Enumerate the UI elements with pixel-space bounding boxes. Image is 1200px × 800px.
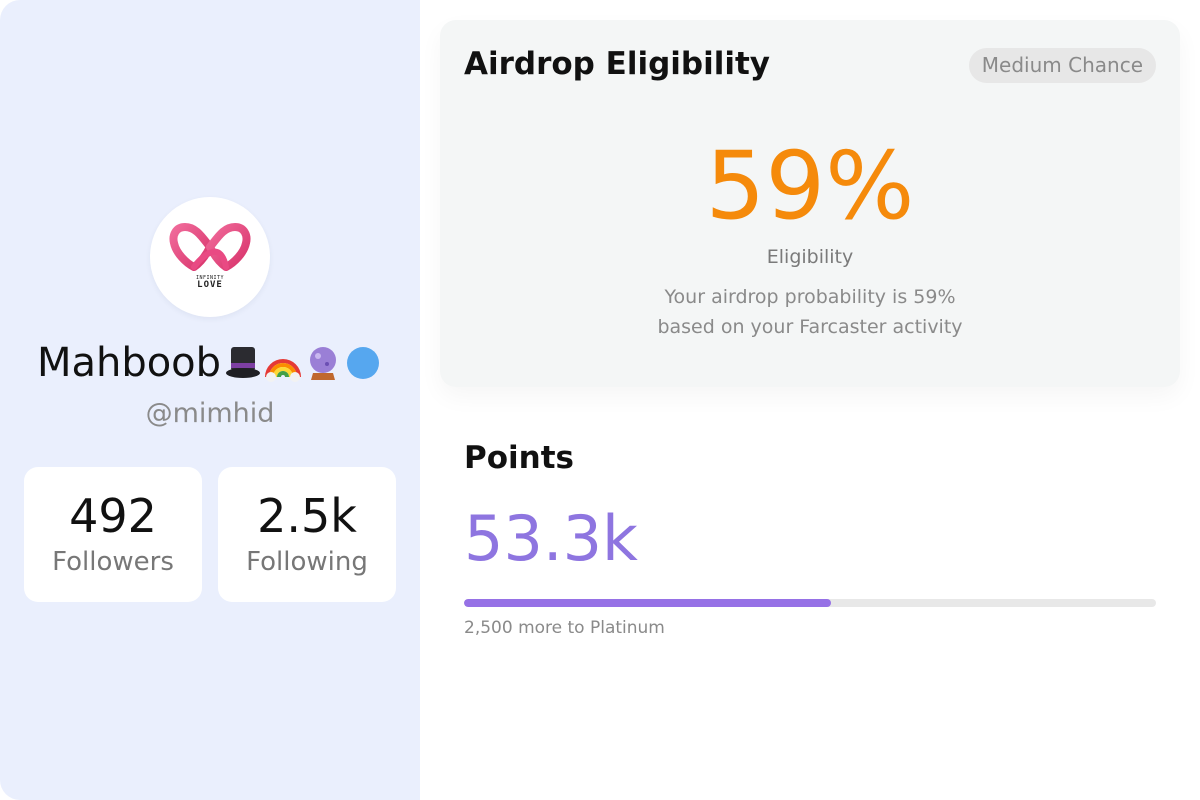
profile-panel: INFINITY LOVE Mahboob @mimhid 492 Follow… [0,0,420,800]
followers-label: Followers [52,547,174,577]
avatar-logo-text: LOVE [197,280,223,290]
blue-circle-icon [347,347,380,379]
following-count: 2.5k [257,489,357,543]
points-progress-fill [464,599,831,607]
followers-count: 492 [69,489,157,543]
points-value: 53.3k [464,502,638,575]
top-hat-icon [226,347,261,378]
points-progress-bar [464,599,1156,607]
eligibility-percent: 59% [705,132,915,241]
avatar[interactable]: INFINITY LOVE [150,197,270,317]
name-emojis [223,343,383,383]
eligibility-description-line-1: Your airdrop probability is 59% [664,286,956,308]
airdrop-eligibility-card: Airdrop Eligibility Medium Chance 59% El… [440,20,1180,387]
infinity-heart-logo-icon [169,223,251,271]
display-name: Mahboob [0,340,420,386]
eligibility-label: Eligibility [766,246,854,268]
display-name-text: Mahboob [36,340,222,386]
eligibility-description: Your airdrop probability is 59% based on… [440,282,1180,342]
following-label: Following [246,547,368,577]
username[interactable]: @mimhid [0,398,420,429]
frame-card: INFINITY LOVE Mahboob @mimhid 492 Follow… [0,0,1200,800]
following-card[interactable]: 2.5k Following [218,467,396,602]
points-title: Points [464,440,574,476]
eligibility-description-line-2: based on your Farcaster activity [657,316,963,338]
points-progress-caption: 2,500 more to Platinum [464,618,665,638]
chance-badge: Medium Chance [968,48,1156,83]
crystal-ball-icon [310,347,337,380]
rainbow-icon [265,359,302,382]
followers-card[interactable]: 492 Followers [24,467,202,602]
eligibility-title: Airdrop Eligibility [464,46,771,82]
